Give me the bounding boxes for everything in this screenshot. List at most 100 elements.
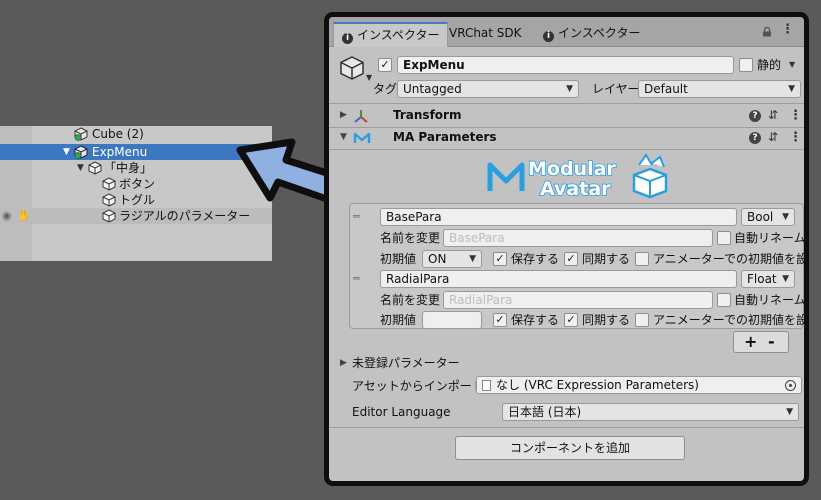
save-label: 保存する bbox=[511, 313, 560, 327]
component-name: Transform bbox=[393, 108, 462, 122]
layer-label: レイヤー bbox=[592, 82, 640, 96]
expand-triangle-icon[interactable]: ▼ bbox=[63, 144, 70, 160]
logo-text-line2: Avatar bbox=[540, 178, 611, 199]
chevron-down-icon: ▼ bbox=[782, 274, 789, 284]
modular-avatar-logo: Modular Avatar bbox=[487, 153, 668, 199]
drag-handle-icon[interactable]: ═ bbox=[353, 272, 360, 285]
collapsed-triangle-icon[interactable]: ▶ bbox=[340, 110, 347, 120]
divider bbox=[329, 149, 804, 150]
animator-default-label: アニメーターでの初期値を設定 bbox=[653, 252, 809, 266]
static-label: 静的 bbox=[757, 58, 782, 72]
unregistered-params-foldout[interactable]: 未登録パラメーター bbox=[352, 355, 460, 371]
static-checkbox[interactable] bbox=[739, 58, 753, 72]
save-checkbox[interactable]: ✓ bbox=[493, 252, 507, 266]
hierarchy-item-label: 「中身」 bbox=[104, 161, 153, 175]
static-dropdown-caret-icon[interactable]: ▼ bbox=[789, 60, 795, 69]
ma-parameters-component-header[interactable]: ▼ MA Parameters ? ⇵ ⋮ bbox=[329, 128, 804, 149]
chevron-down-icon: ▼ bbox=[788, 84, 795, 94]
chevron-down-icon: ▼ bbox=[782, 212, 789, 222]
tab-vrchat-sdk[interactable]: VRChat SDK bbox=[441, 22, 530, 47]
auto-rename-checkbox[interactable] bbox=[717, 231, 731, 245]
icon-dropdown-caret-icon[interactable]: ▼ bbox=[366, 73, 372, 82]
gameobject-cube-icon bbox=[102, 193, 116, 207]
pick-hand-icon[interactable]: ✋ bbox=[17, 208, 31, 224]
add-component-button[interactable]: コンポーネントを追加 bbox=[455, 436, 685, 460]
presets-sliders-icon[interactable]: ⇵ bbox=[768, 130, 778, 144]
rename-label: 名前を変更 bbox=[380, 293, 441, 307]
gameobject-cube-icon bbox=[102, 177, 116, 191]
chevron-down-icon: ▼ bbox=[566, 84, 573, 94]
active-checkbox[interactable]: ✓ bbox=[378, 58, 392, 72]
editor-language-dropdown[interactable]: 日本語 (日本) ▼ bbox=[502, 403, 799, 421]
auto-rename-label: 自動リネーム bbox=[734, 293, 806, 307]
tab-menu-kebab-icon[interactable]: ⋮ bbox=[781, 23, 794, 36]
expanded-triangle-icon[interactable]: ▼ bbox=[340, 132, 347, 142]
divider bbox=[329, 103, 804, 104]
chevron-down-icon: ▼ bbox=[469, 254, 476, 264]
animator-default-label: アニメーターでの初期値を設定 bbox=[653, 313, 809, 327]
layer-dropdown[interactable]: Default ▼ bbox=[638, 80, 801, 98]
sync-label: 同期する bbox=[582, 252, 631, 266]
object-picker-icon[interactable] bbox=[785, 380, 796, 391]
hierarchy-item-label: トグル bbox=[119, 193, 156, 207]
expand-triangle-icon[interactable]: ▼ bbox=[77, 160, 84, 176]
sync-checkbox[interactable]: ✓ bbox=[564, 252, 578, 266]
logo-box-icon bbox=[632, 153, 668, 199]
auto-rename-label: 自動リネーム bbox=[734, 231, 806, 245]
info-icon: i bbox=[342, 33, 353, 44]
gameobject-cube-icon bbox=[102, 209, 116, 223]
save-checkbox[interactable]: ✓ bbox=[493, 313, 507, 327]
add-parameter-button[interactable]: + bbox=[744, 332, 757, 351]
tag-dropdown[interactable]: Untagged ▼ bbox=[397, 80, 579, 98]
default-value-label: 初期値 bbox=[380, 252, 417, 266]
component-menu-kebab-icon[interactable]: ⋮ bbox=[789, 109, 802, 122]
remove-parameter-button[interactable]: - bbox=[768, 332, 775, 351]
lock-icon[interactable] bbox=[762, 27, 772, 37]
auto-rename-checkbox[interactable] bbox=[717, 293, 731, 307]
hierarchy-item-label: ボタン bbox=[119, 177, 156, 191]
drag-handle-icon[interactable]: ═ bbox=[353, 210, 360, 223]
hierarchy-item-label: ExpMenu bbox=[92, 145, 148, 159]
default-value-label: 初期値 bbox=[380, 313, 417, 327]
import-asset-field[interactable]: なし (VRC Expression Parameters) bbox=[476, 376, 802, 394]
object-name-input[interactable]: ExpMenu bbox=[397, 56, 734, 74]
sync-checkbox[interactable]: ✓ bbox=[564, 313, 578, 327]
component-menu-kebab-icon[interactable]: ⋮ bbox=[789, 131, 802, 144]
inspector-window: i インスペクター VRChat SDK i インスペクター ⋮ ▼ ✓ ExpMe… bbox=[324, 12, 809, 486]
modular-avatar-icon bbox=[353, 132, 371, 143]
list-add-remove-buttons: + - bbox=[733, 331, 789, 353]
rename-label: 名前を変更 bbox=[380, 231, 441, 245]
transform-component-header[interactable]: ▶ Transform ? ⇵ ⋮ bbox=[329, 106, 804, 127]
sync-label: 同期する bbox=[582, 313, 631, 327]
default-value-dropdown[interactable]: ON ▼ bbox=[422, 250, 482, 268]
inspector-tab-bar: i インスペクター VRChat SDK i インスペクター ⋮ bbox=[329, 17, 804, 47]
tab-inspector[interactable]: i インスペクター bbox=[333, 22, 449, 47]
transform-axes-icon bbox=[354, 110, 368, 123]
tab-inspector-2[interactable]: i インスペクター bbox=[535, 22, 648, 47]
tag-label: タグ bbox=[373, 82, 398, 96]
divider bbox=[329, 427, 804, 428]
help-icon[interactable]: ? bbox=[749, 132, 761, 144]
collapsed-triangle-icon[interactable]: ▶ bbox=[340, 358, 347, 368]
gameobject-cube-icon bbox=[88, 161, 102, 175]
param-type-dropdown[interactable]: Float ▼ bbox=[741, 270, 795, 288]
presets-sliders-icon[interactable]: ⇵ bbox=[768, 108, 778, 122]
param-name-input[interactable]: RadialPara bbox=[380, 270, 737, 288]
gameobject-large-icon bbox=[340, 56, 364, 80]
help-icon[interactable]: ? bbox=[749, 110, 761, 122]
animator-default-checkbox[interactable] bbox=[635, 313, 649, 327]
param-name-input[interactable]: BasePara bbox=[380, 208, 737, 226]
editor-language-label: Editor Language bbox=[352, 405, 451, 419]
asset-file-icon bbox=[482, 380, 491, 391]
info-icon: i bbox=[543, 31, 554, 42]
default-value-input[interactable] bbox=[422, 311, 482, 329]
component-name: MA Parameters bbox=[393, 130, 497, 144]
rename-input[interactable]: BasePara bbox=[443, 229, 713, 247]
animator-default-checkbox[interactable] bbox=[635, 252, 649, 266]
save-label: 保存する bbox=[511, 252, 560, 266]
logo-text-line1: Modular bbox=[528, 158, 616, 180]
param-type-dropdown[interactable]: Bool ▼ bbox=[741, 208, 795, 226]
parameters-list: ═ BasePara Bool ▼ 名前を変更 BasePara 自動リネーム 初… bbox=[349, 203, 804, 329]
visibility-eye-icon[interactable]: ◉ bbox=[2, 208, 12, 224]
rename-input[interactable]: RadialPara bbox=[443, 291, 713, 309]
